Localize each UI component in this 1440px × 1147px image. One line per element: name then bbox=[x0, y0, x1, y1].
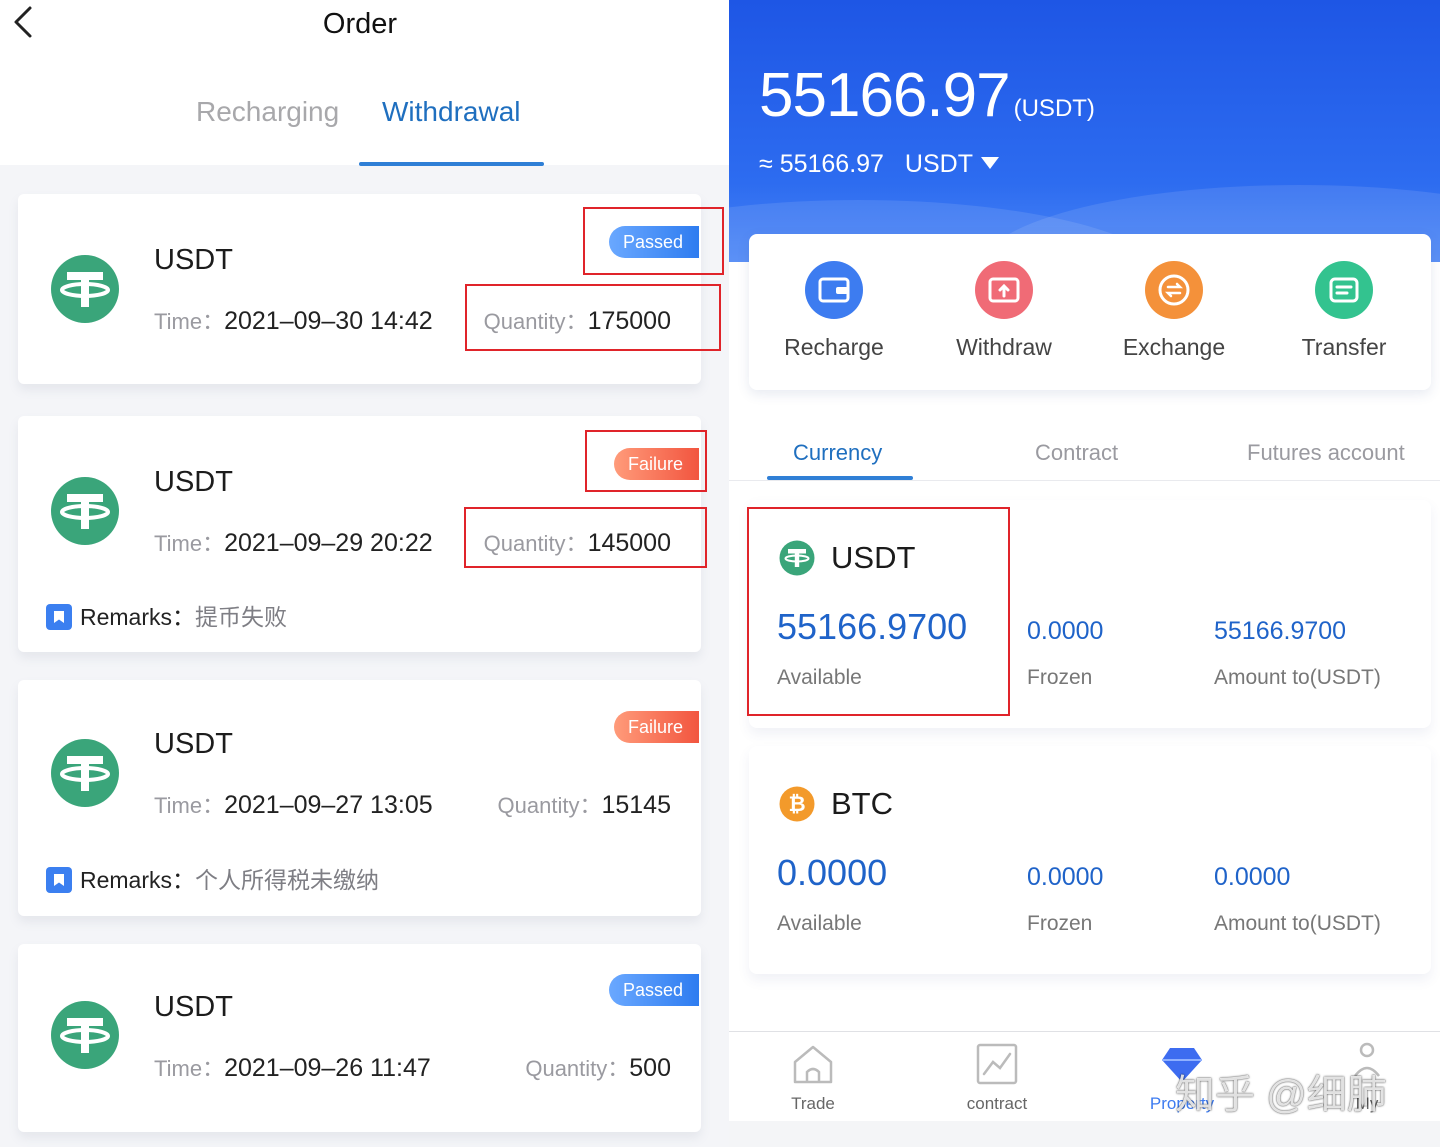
order-card[interactable]: USDT Time：2021–09–26 11:47 Quantity：500 … bbox=[18, 944, 701, 1132]
chart-icon bbox=[976, 1043, 1018, 1085]
order-time: Time：2021–09–30 14:42 bbox=[154, 304, 433, 336]
asset-card-btc[interactable]: ₿ BTC 0.0000 0.0000 0.0000 Available Fro… bbox=[749, 746, 1431, 974]
property-screen: 55166.97 (USDT) ≈ 55166.97 USDT Recharge … bbox=[729, 0, 1440, 1147]
remarks-text: 个人所得税未缴纳 bbox=[195, 867, 380, 893]
approx-value: 55166.97 bbox=[779, 150, 884, 178]
frozen-value: 0.0000 bbox=[1027, 617, 1104, 645]
frozen-value: 0.0000 bbox=[1027, 863, 1104, 891]
exchange-button[interactable]: Exchange bbox=[1089, 260, 1259, 361]
tab-currency[interactable]: Currency bbox=[793, 440, 882, 466]
annotation-box bbox=[585, 430, 707, 492]
nav-contract[interactable]: contract bbox=[937, 1040, 1057, 1114]
status-badge: Passed bbox=[608, 974, 699, 1006]
svg-text:₿: ₿ bbox=[788, 792, 805, 816]
coin-name: USDT bbox=[154, 728, 233, 760]
active-tab-indicator bbox=[359, 162, 544, 166]
watermark-text: 知乎 @细肺 bbox=[1175, 1073, 1387, 1117]
bottom-strip bbox=[729, 1121, 1440, 1147]
bitcoin-icon: ₿ bbox=[779, 786, 815, 822]
tether-usdt-icon bbox=[51, 739, 119, 807]
time-value: 2021–09–26 11:47 bbox=[224, 1054, 431, 1082]
wallet-icon bbox=[805, 261, 863, 319]
home-icon bbox=[793, 1045, 833, 1084]
approx-symbol: ≈ bbox=[759, 150, 773, 178]
amount-value: 0.0000 bbox=[1214, 863, 1291, 891]
tether-usdt-icon bbox=[51, 1001, 119, 1069]
annotation-box bbox=[747, 507, 1010, 716]
page-title: Order bbox=[322, 8, 398, 40]
remarks-label: Remarks： bbox=[80, 604, 196, 630]
order-screen: Order Recharging Withdrawal USDT Time：20… bbox=[0, 0, 729, 1147]
exchange-label: Exchange bbox=[1122, 334, 1226, 360]
tether-usdt-icon bbox=[51, 477, 119, 545]
tab-recharging[interactable]: Recharging bbox=[196, 96, 339, 128]
available-value: 0.0000 bbox=[777, 852, 888, 893]
balance-header: 55166.97 (USDT) ≈ 55166.97 USDT bbox=[729, 0, 1440, 262]
coin-name: USDT bbox=[154, 244, 233, 276]
frozen-label: Frozen bbox=[1027, 666, 1093, 689]
total-balance: 55166.97 (USDT) bbox=[759, 60, 1095, 131]
time-label: Time： bbox=[154, 309, 225, 334]
quantity-value: 15145 bbox=[601, 791, 671, 819]
nav-trade[interactable]: Trade bbox=[753, 1040, 873, 1114]
withdraw-label: Withdraw bbox=[956, 334, 1052, 360]
time-label: Time： bbox=[154, 531, 225, 556]
amount-value: 55166.9700 bbox=[1214, 617, 1347, 645]
coin-name: USDT bbox=[154, 466, 233, 498]
amount-label: Amount to(USDT) bbox=[1214, 666, 1381, 689]
nav-trade-label: Trade bbox=[791, 1094, 835, 1113]
time-value: 2021–09–29 20:22 bbox=[224, 529, 433, 557]
annotation-box bbox=[464, 507, 707, 568]
currency-selector[interactable]: USDT bbox=[905, 150, 973, 178]
quantity-value: 500 bbox=[629, 1054, 671, 1082]
order-time: Time：2021–09–26 11:47 bbox=[154, 1051, 431, 1083]
quick-actions: Recharge Withdraw Exchange Transfer bbox=[749, 234, 1431, 390]
transfer-icon bbox=[1315, 261, 1373, 319]
tab-divider bbox=[729, 480, 1440, 481]
annotation-box bbox=[465, 284, 721, 351]
withdraw-button[interactable]: Withdraw bbox=[919, 260, 1089, 361]
nav-contract-label: contract bbox=[966, 1094, 1028, 1113]
transfer-label: Transfer bbox=[1301, 334, 1387, 360]
time-value: 2021–09–27 13:05 bbox=[224, 791, 433, 819]
transfer-button[interactable]: Transfer bbox=[1259, 260, 1429, 361]
exchange-icon bbox=[1145, 261, 1203, 319]
tab-futures-account[interactable]: Futures account bbox=[1247, 440, 1405, 466]
order-remarks: Remarks：个人所得税未缴纳 bbox=[46, 861, 379, 895]
remark-note-icon bbox=[46, 867, 72, 893]
total-balance-value: 55166.97 bbox=[759, 61, 1011, 130]
time-label: Time： bbox=[154, 793, 225, 818]
coin-name: USDT bbox=[154, 991, 233, 1023]
order-card[interactable]: USDT Time：2021–09–27 13:05 Quantity：1514… bbox=[18, 680, 701, 916]
quantity-label: Quantity： bbox=[497, 793, 602, 818]
recharge-label: Recharge bbox=[784, 334, 884, 360]
asset-name: BTC bbox=[831, 786, 893, 821]
withdraw-icon bbox=[975, 261, 1033, 319]
total-balance-unit: (USDT) bbox=[1013, 95, 1095, 122]
tether-usdt-icon bbox=[51, 255, 119, 323]
approx-balance[interactable]: ≈ 55166.97 USDT bbox=[759, 150, 999, 179]
order-time: Time：2021–09–27 13:05 bbox=[154, 788, 433, 820]
remarks-label: Remarks： bbox=[80, 867, 196, 893]
order-quantity: Quantity：500 bbox=[525, 1051, 671, 1083]
order-time: Time：2021–09–29 20:22 bbox=[154, 526, 433, 558]
annotation-box bbox=[583, 207, 724, 275]
order-header: Order Recharging Withdrawal bbox=[0, 0, 729, 166]
time-label: Time： bbox=[154, 1056, 225, 1081]
order-quantity: Quantity：15145 bbox=[498, 788, 671, 820]
time-value: 2021–09–30 14:42 bbox=[224, 307, 433, 335]
status-badge: Failure bbox=[613, 711, 699, 743]
tab-withdrawal[interactable]: Withdrawal bbox=[382, 96, 520, 128]
remarks-text: 提币失败 bbox=[195, 604, 288, 630]
tab-contract[interactable]: Contract bbox=[1035, 440, 1118, 466]
quantity-label: Quantity： bbox=[525, 1056, 630, 1081]
remark-note-icon bbox=[46, 604, 72, 630]
order-remarks: Remarks：提币失败 bbox=[46, 598, 287, 632]
frozen-label: Frozen bbox=[1027, 912, 1093, 935]
caret-down-icon[interactable] bbox=[980, 157, 999, 169]
recharge-button[interactable]: Recharge bbox=[749, 260, 919, 361]
amount-label: Amount to(USDT) bbox=[1214, 912, 1381, 935]
available-label: Available bbox=[777, 912, 862, 935]
